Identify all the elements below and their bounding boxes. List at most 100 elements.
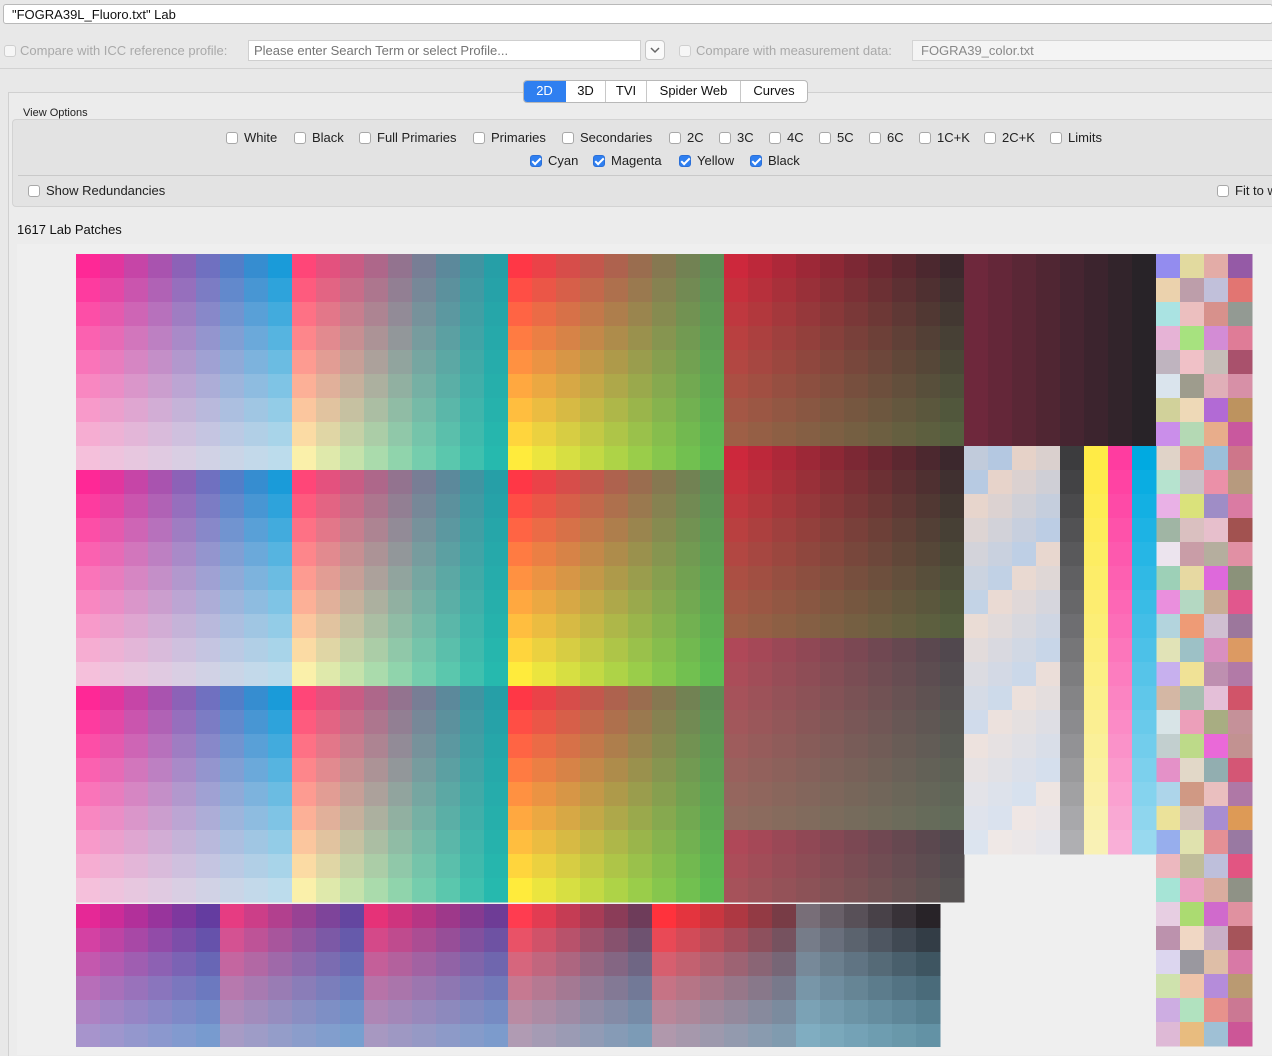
tab-curves[interactable]: Curves bbox=[741, 81, 807, 102]
document-title-field[interactable]: "FOGRA39L_Fluoro.txt" Lab bbox=[3, 4, 1272, 24]
color-patch bbox=[820, 1000, 845, 1025]
color-patch bbox=[340, 278, 365, 303]
color-patch bbox=[1180, 302, 1205, 327]
color-patch bbox=[772, 542, 797, 567]
color-patch bbox=[460, 614, 485, 639]
color-patch bbox=[436, 254, 461, 279]
measurement-data-field[interactable]: FOGRA39_color.txt bbox=[912, 40, 1272, 61]
color-patch bbox=[412, 350, 437, 375]
show-redundancies-checkbox[interactable] bbox=[28, 185, 40, 197]
color-patch bbox=[1180, 974, 1205, 999]
color-patch bbox=[820, 422, 845, 447]
color-patch bbox=[724, 350, 749, 375]
5c-checkbox[interactable] bbox=[819, 132, 831, 144]
color-patch bbox=[1084, 662, 1109, 687]
color-patch bbox=[628, 278, 653, 303]
color-patch bbox=[172, 878, 197, 903]
color-patch bbox=[820, 446, 845, 471]
tab-2d[interactable]: 2D bbox=[524, 81, 566, 102]
color-patch bbox=[244, 1000, 269, 1025]
color-patch bbox=[484, 422, 509, 447]
full-primaries-label: Full Primaries bbox=[377, 130, 457, 145]
color-patch bbox=[268, 1000, 293, 1025]
compare-icc-checkbox[interactable] bbox=[4, 45, 16, 57]
cyan-checkbox[interactable] bbox=[530, 155, 542, 167]
primaries-checkbox[interactable] bbox=[473, 132, 485, 144]
color-patch bbox=[1180, 470, 1205, 495]
color-patch bbox=[340, 952, 365, 977]
3c-checkbox[interactable] bbox=[719, 132, 731, 144]
2c-checkbox[interactable] bbox=[669, 132, 681, 144]
color-patch bbox=[724, 326, 749, 351]
color-patch bbox=[796, 878, 821, 903]
color-patch bbox=[172, 662, 197, 687]
6c-checkbox[interactable] bbox=[869, 132, 881, 144]
limits-checkbox[interactable] bbox=[1050, 132, 1062, 144]
color-patch bbox=[892, 878, 917, 903]
compare-measurement-label: Compare with measurement data: bbox=[696, 43, 892, 58]
color-patch bbox=[316, 518, 341, 543]
color-patch bbox=[196, 976, 221, 1001]
color-patch bbox=[724, 302, 749, 327]
color-patch bbox=[1036, 806, 1061, 831]
color-patch bbox=[1180, 422, 1205, 447]
magenta-checkbox[interactable] bbox=[593, 155, 605, 167]
profile-dropdown-button[interactable] bbox=[645, 40, 665, 60]
color-patch bbox=[1228, 902, 1253, 927]
color-patch bbox=[892, 806, 917, 831]
1c-k-checkbox[interactable] bbox=[919, 132, 931, 144]
color-patch bbox=[1036, 638, 1061, 663]
color-patch bbox=[388, 830, 413, 855]
color-patch bbox=[196, 302, 221, 327]
color-patch bbox=[1180, 878, 1205, 903]
color-patch bbox=[220, 952, 245, 977]
color-patch bbox=[316, 590, 341, 615]
color-patch bbox=[1036, 518, 1061, 543]
color-patch bbox=[1012, 830, 1037, 855]
color-patch bbox=[100, 590, 125, 615]
white-checkbox[interactable] bbox=[226, 132, 238, 144]
view-options-title: View Options bbox=[23, 107, 88, 119]
color-patch bbox=[628, 806, 653, 831]
color-patch bbox=[388, 470, 413, 495]
color-patch bbox=[820, 686, 845, 711]
color-patch bbox=[724, 952, 749, 977]
color-patch bbox=[604, 662, 629, 687]
color-patch bbox=[1132, 806, 1157, 831]
color-patch bbox=[412, 904, 437, 929]
color-patch bbox=[916, 614, 941, 639]
black-checkbox[interactable] bbox=[294, 132, 306, 144]
tab-tvi[interactable]: TVI bbox=[606, 81, 647, 102]
tab-3d[interactable]: 3D bbox=[566, 81, 606, 102]
full-primaries-checkbox[interactable] bbox=[359, 132, 371, 144]
icc-profile-search-input[interactable] bbox=[248, 40, 641, 61]
color-patch bbox=[1156, 278, 1181, 303]
color-patch bbox=[724, 830, 749, 855]
color-patch bbox=[1108, 278, 1133, 303]
color-patch bbox=[1228, 566, 1253, 591]
tab-spider-web[interactable]: Spider Web bbox=[647, 81, 741, 102]
fit-to-window-checkbox[interactable] bbox=[1217, 185, 1229, 197]
color-patch bbox=[868, 782, 893, 807]
color-patch bbox=[1204, 254, 1229, 279]
4c-checkbox[interactable] bbox=[769, 132, 781, 144]
color-patch bbox=[244, 782, 269, 807]
black-k-checkbox[interactable] bbox=[750, 155, 762, 167]
color-patch bbox=[1084, 374, 1109, 399]
compare-measurement-checkbox[interactable] bbox=[679, 45, 691, 57]
color-patch bbox=[1204, 662, 1229, 687]
color-patch bbox=[436, 830, 461, 855]
color-patch bbox=[460, 1024, 485, 1047]
yellow-checkbox[interactable] bbox=[679, 155, 691, 167]
color-patch bbox=[1060, 638, 1085, 663]
2c-k-checkbox[interactable] bbox=[984, 132, 996, 144]
color-patch bbox=[532, 422, 557, 447]
color-patch bbox=[820, 566, 845, 591]
color-patch bbox=[1204, 566, 1229, 591]
color-patch bbox=[244, 638, 269, 663]
color-patch bbox=[316, 254, 341, 279]
color-patch bbox=[412, 686, 437, 711]
color-patch bbox=[148, 350, 173, 375]
color-patch bbox=[1132, 590, 1157, 615]
secondaries-checkbox[interactable] bbox=[562, 132, 574, 144]
